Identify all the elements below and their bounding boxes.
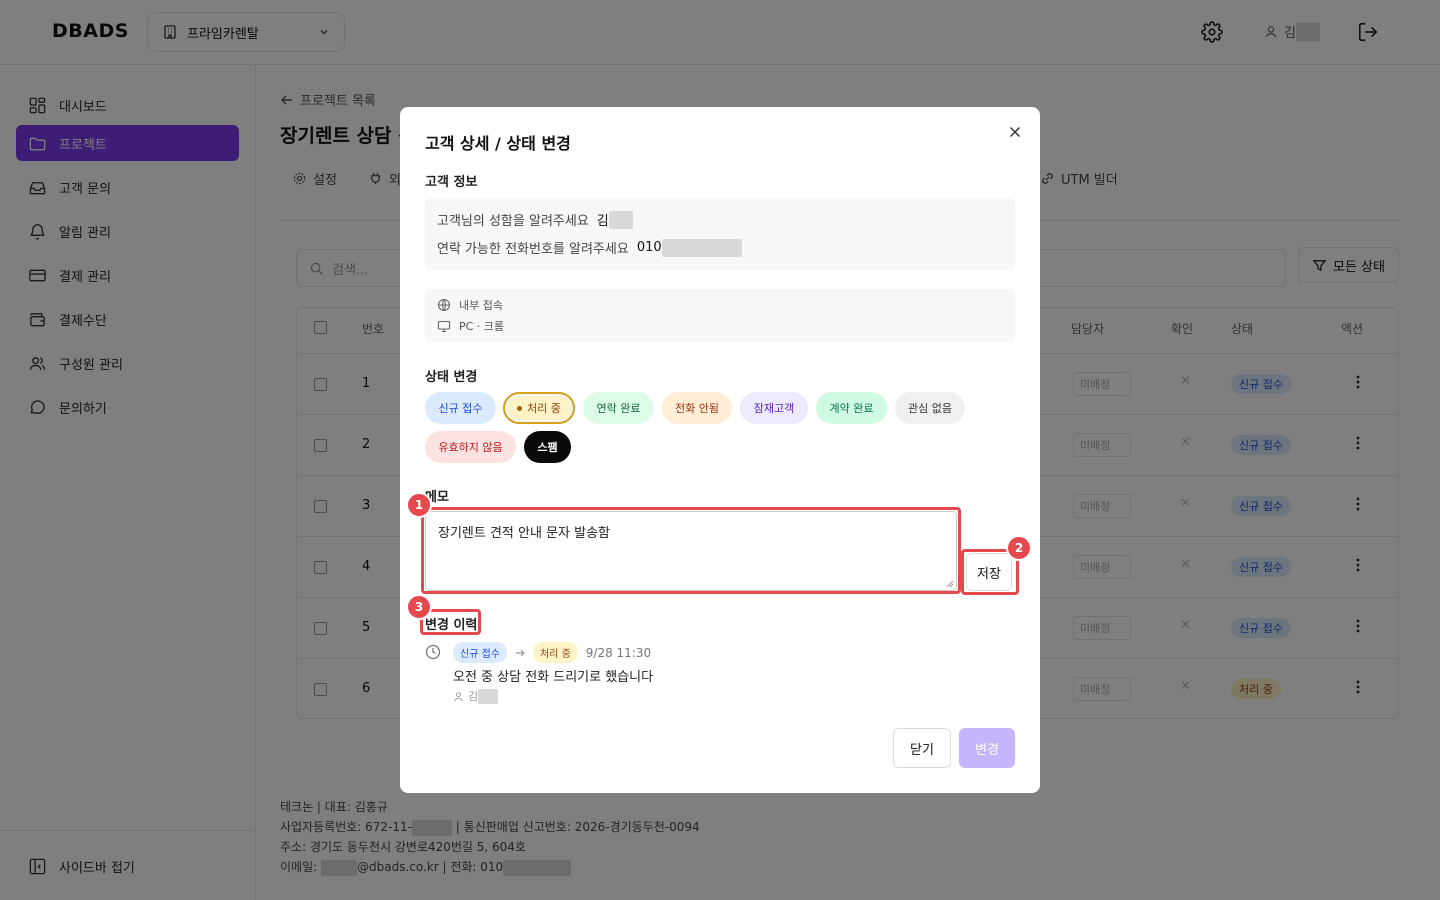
history-user-name: 김 [468,690,479,703]
access-type-label: 내부 접속 [459,299,503,312]
modal-title: 고객 상세 / 상태 변경 [425,134,571,153]
status-chip-potential[interactable]: 잠재고객 [740,392,808,424]
name-field: 고객님의 성함을 알려주세요 김 [437,210,633,229]
access-type: 내부 접속 [437,297,503,313]
monitor-icon [437,320,451,333]
device-info: PC · 크롬 [437,318,504,334]
status-chip-new[interactable]: 신규 접수 [425,392,496,424]
clock-icon [425,644,441,660]
access-info-box: 내부 접속 PC · 크롬 [425,289,1015,342]
history-note: 오전 중 상담 전화 드리기로 했습니다 [453,670,654,685]
highlight-box-memo [421,507,961,594]
callout-badge-2: 2 [1006,535,1032,561]
phone-question: 연락 가능한 전화번호를 알려주세요 [437,242,629,257]
status-chip-not-interested[interactable]: 관심 없음 [895,392,965,424]
name-answer: 김 [596,214,609,229]
history-timestamp: 9/28 11:30 [585,645,652,660]
history-to-badge: 처리 중 [532,642,578,663]
redacted-name [608,210,633,229]
callout-badge-1: 1 [406,492,432,518]
device-info-label: PC · 크롬 [459,320,505,333]
history-from-badge: 신규 접수 [453,642,507,663]
change-button[interactable]: 변경 [959,728,1015,768]
close-icon[interactable] [1007,124,1023,140]
customer-info-box: 고객님의 성함을 알려주세요 김 연락 가능한 전화번호를 알려주세요 010 [425,198,1015,270]
status-chip-processing-label: 처리 중 [527,402,561,415]
arrow-right-icon [515,649,525,656]
status-chip-contracted[interactable]: 계약 완료 [816,392,887,424]
globe-icon [437,298,451,312]
customer-detail-modal: 고객 상세 / 상태 변경 고객 정보 고객님의 성함을 알려주세요 김 연락 … [400,107,1040,793]
name-question: 고객님의 성함을 알려주세요 [437,214,589,229]
redacted-phone [661,238,742,257]
status-chip-no-answer[interactable]: 전화 안됨 [662,392,732,424]
history-entry: 신규 접수 처리 중 9/28 11:30 [453,642,651,663]
close-button[interactable]: 닫기 [893,728,951,768]
status-chip-spam[interactable]: 스팸 [524,431,571,463]
status-chip-invalid[interactable]: 유효하지 않음 [425,431,516,463]
user-icon [454,691,463,701]
customer-info-heading: 고객 정보 [425,175,478,190]
phone-answer: 010 [636,240,662,255]
redacted-name [478,688,499,704]
history-user: 김 [453,688,499,704]
selected-dot-icon [517,405,523,411]
callout-badge-3: 3 [406,594,432,620]
phone-field: 연락 가능한 전화번호를 알려주세요 010 [437,238,742,257]
status-chip-contacted[interactable]: 연락 완료 [583,392,654,424]
status-chip-processing[interactable]: 처리 중 [505,394,573,422]
status-change-heading: 상태 변경 [425,370,478,385]
